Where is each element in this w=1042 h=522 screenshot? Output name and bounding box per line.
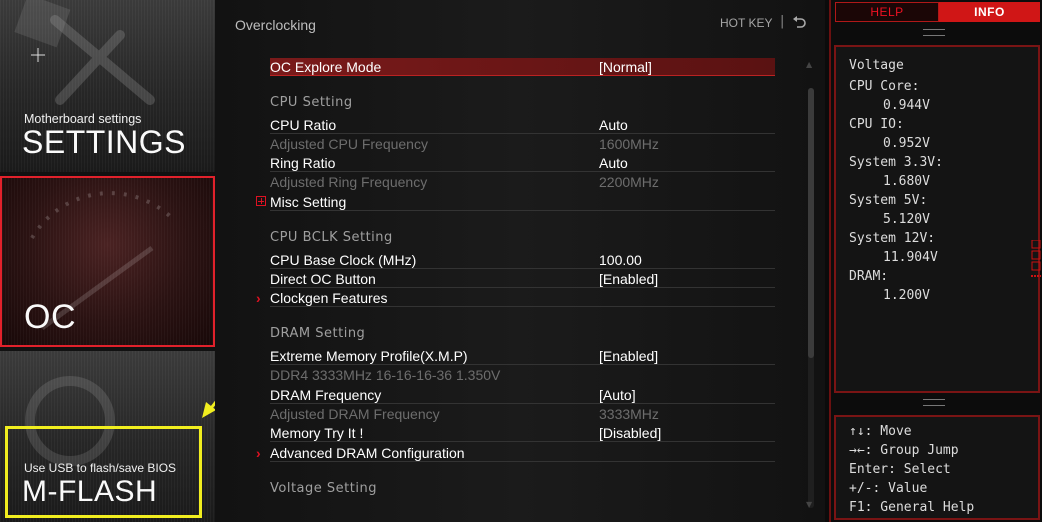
memory-try-it-value: [Disabled] [599,425,662,441]
voltage-value: 1.200V [883,288,930,303]
left-navigation: Motherboard settings SETTINGS OC Use USB… [0,0,215,522]
misc-setting-label: Misc Setting [270,194,347,210]
page-title: Overclocking [235,17,316,33]
key-help-line: ↑↓: Move [849,424,912,439]
key-help-line: F1: General Help [849,500,975,515]
voltage-value: 0.944V [883,98,930,113]
adjusted-cpu-frequency-value: 1600MHz [599,136,659,152]
oc-explore-mode-row[interactable]: OC Explore Mode [Normal] [270,58,775,76]
cpu-ratio-row[interactable]: CPU Ratio Auto [270,116,775,134]
yellow-highlight-box [5,426,202,518]
back-icon[interactable] [792,14,806,30]
hotkey-button[interactable]: HOT KEY [720,16,772,30]
xmp-info-row: DDR4 3333MHz 16-16-16-36 1.350V [270,366,775,384]
adjusted-dram-frequency-row: Adjusted DRAM Frequency 3333MHz [270,405,775,423]
dram-frequency-label: DRAM Frequency [270,387,382,403]
memory-try-it-row[interactable]: Memory Try It ! [Disabled] [270,424,775,442]
cpu-base-clock-value: 100.00 [599,252,642,268]
scrollbar[interactable]: ▲ ▼ [805,60,817,515]
adjusted-cpu-frequency-label: Adjusted CPU Frequency [270,136,428,152]
voltage-label: System 12V: [849,231,936,246]
cpu-ratio-value: Auto [599,117,628,133]
xmp-info-label: DDR4 3333MHz 16-16-16-36 1.350V [270,367,501,383]
nav-oc[interactable]: OC [0,176,215,347]
voltage-value: 0.952V [883,136,930,151]
tab-help[interactable]: HELP [835,2,939,22]
direct-oc-button-row[interactable]: Direct OC Button [Enabled] [270,270,775,288]
ring-ratio-label: Ring Ratio [270,155,336,171]
submenu-chevron-icon: › [256,445,261,461]
cpu-setting-heading: CPU Setting [270,95,353,110]
cpu-ratio-label: CPU Ratio [270,117,337,133]
scroll-thumb[interactable] [808,88,814,358]
voltage-label: CPU IO: [849,117,904,132]
adjusted-dram-frequency-label: Adjusted DRAM Frequency [270,406,440,422]
scroll-up-arrow-icon[interactable]: ▲ [806,60,812,69]
submenu-chevron-icon: › [256,290,261,306]
dram-frequency-row[interactable]: DRAM Frequency [Auto] [270,386,775,404]
voltage-value: 11.904V [883,250,938,265]
clockgen-features-label: Clockgen Features [270,290,388,306]
nav-settings[interactable]: Motherboard settings SETTINGS [0,0,215,172]
ring-ratio-row[interactable]: Ring Ratio Auto [270,154,775,172]
key-help-line: Enter: Select [849,462,951,477]
oc-explore-mode-label: OC Explore Mode [270,59,382,75]
voltage-label: CPU Core: [849,79,920,94]
adjusted-cpu-frequency-row: Adjusted CPU Frequency 1600MHz [270,135,775,153]
dram-setting-heading: DRAM Setting [270,326,366,341]
advanced-dram-config-row[interactable]: › Advanced DRAM Configuration [256,444,775,462]
cpu-base-clock-label: CPU Base Clock (MHz) [270,252,417,268]
dram-frequency-value: [Auto] [599,387,636,403]
right-panel: HELP INFO Voltage CPU Core: 0.944V CPU I… [829,0,1042,522]
hotkey-separator: | [780,14,785,29]
settings-title: SETTINGS [22,124,187,160]
voltage-value: 5.120V [883,212,930,227]
main-header: Overclocking HOT KEY | [215,0,825,50]
xmp-value: [Enabled] [599,348,659,364]
tab-info[interactable]: INFO [939,2,1040,22]
xmp-label: Extreme Memory Profile(X.M.P) [270,348,468,364]
adjusted-ring-frequency-label: Adjusted Ring Frequency [270,174,428,190]
direct-oc-button-value: [Enabled] [599,271,659,287]
voltage-label: System 3.3V: [849,155,943,170]
direct-oc-button-label: Direct OC Button [270,271,376,287]
voltage-value: 1.680V [883,174,930,189]
adjusted-dram-frequency-value: 3333MHz [599,406,659,422]
voltage-label: DRAM: [849,269,889,284]
main-content: Overclocking HOT KEY | OC Explore Mode [… [215,0,825,522]
panel-grip-bottom-icon[interactable] [923,399,945,406]
key-help-box: ↑↓: Move →←: Group Jump Enter: Select +/… [834,415,1040,520]
panel-grip-top-icon[interactable] [923,29,945,36]
key-help-line: +/-: Value [849,481,928,496]
info-title: Voltage [849,58,904,73]
ring-ratio-value: Auto [599,155,628,171]
adjusted-ring-frequency-row: Adjusted Ring Frequency 2200MHz [270,173,775,191]
voltage-label: System 5V: [849,193,928,208]
scroll-down-arrow-icon[interactable]: ▼ [806,500,812,509]
oc-explore-mode-value: [Normal] [599,59,652,75]
cpu-bclk-heading: CPU BCLK Setting [270,230,393,245]
advanced-dram-config-label: Advanced DRAM Configuration [270,445,465,461]
adjusted-ring-frequency-value: 2200MHz [599,174,659,190]
key-help-line: →←: Group Jump [849,443,959,458]
misc-setting-row[interactable]: Misc Setting [256,193,775,211]
clockgen-features-row[interactable]: › Clockgen Features [256,289,775,307]
xmp-row[interactable]: Extreme Memory Profile(X.M.P) [Enabled] [270,347,775,365]
side-handle-icon[interactable] [1031,240,1041,284]
info-box: Voltage CPU Core: 0.944V CPU IO: 0.952V … [834,45,1041,393]
memory-try-it-label: Memory Try It ! [270,425,364,441]
oc-title: OC [24,298,76,336]
cpu-base-clock-row[interactable]: CPU Base Clock (MHz) 100.00 [270,251,775,269]
voltage-setting-heading: Voltage Setting [270,481,377,496]
crosshair-cursor-icon [31,48,45,62]
expand-plus-icon[interactable] [256,196,266,206]
